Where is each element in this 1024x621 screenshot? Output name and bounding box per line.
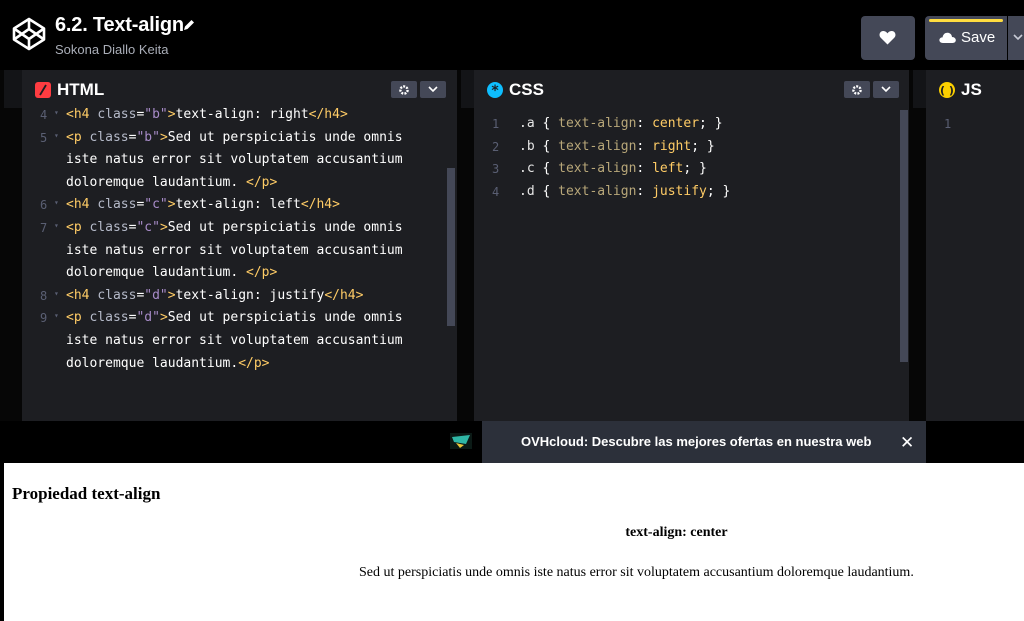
ad-text[interactable]: OVHcloud: Descubre las mejores ofertas e… [521,434,871,449]
code-line[interactable]: .a { text-align: center; } [519,116,723,131]
result-preview: Propiedad text-align text-align: center … [4,463,1024,621]
line-number: 7 [40,221,48,235]
css-editor[interactable]: * CSS 1 .a { text-align: center; } 2 .b { t… [474,70,909,421]
css-tab-label: CSS [509,80,544,99]
header: 6.2. Text-align Sokona Diallo Keita Save [0,0,1024,70]
chevron-down-icon [881,86,891,93]
author-name[interactable]: Sokona Diallo Keita [55,42,168,57]
line-number: 4 [40,108,48,122]
css-settings-button[interactable] [844,81,870,98]
css-scrollbar[interactable] [900,110,908,362]
line-number: 5 [40,130,48,145]
fold-arrow-icon[interactable]: ▾ [54,198,59,207]
line-number: 4 [492,184,500,199]
html-tab-label: HTML [57,80,105,99]
code-line[interactable]: <p class="c">Sed ut perspiciatis unde om… [66,220,403,235]
love-button[interactable] [861,16,915,60]
result-heading: Propiedad text-align [12,484,161,503]
code-line[interactable]: <p class="d">Sed ut perspiciatis unde om… [66,310,403,325]
code-line[interactable]: doloremque laudantium.</p> [66,356,270,371]
result-paragraph: Sed ut perspiciatis unde omnis iste natu… [359,565,914,580]
result-subheading: text-align: center [625,525,728,540]
gear-icon [399,85,409,95]
code-line[interactable]: .d { text-align: justify; } [519,184,730,199]
js-tab[interactable]: ( ) JS [926,70,990,108]
line-number: 3 [492,162,500,177]
fold-arrow-icon[interactable]: ▾ [54,311,59,320]
line-number: 6 [40,198,48,213]
code-line[interactable]: <h4 class="d">text-align: justify</h4> [66,288,363,303]
fold-arrow-icon[interactable]: ▾ [54,221,59,230]
resize-handle[interactable] [910,70,913,421]
resize-handle[interactable] [0,70,3,421]
pen-title[interactable]: 6.2. Text-align [55,14,194,37]
css-collapse-button[interactable] [873,81,899,98]
resize-handle[interactable] [458,70,461,421]
ad-banner[interactable]: OVHcloud: Descubre las mejores ofertas e… [482,421,926,463]
code-line[interactable]: iste natus error sit voluptatem accusant… [66,333,403,348]
code-line[interactable]: iste natus error sit voluptatem accusant… [66,243,403,258]
line-number: 1 [492,117,500,131]
css-tab[interactable]: * CSS [474,70,552,108]
codepen-logo-icon[interactable] [11,16,47,52]
html-icon [35,82,51,98]
save-button[interactable]: Save [925,16,1007,60]
ad-strip: OVHcloud: Descubre las mejores ofertas e… [0,421,1024,463]
gear-icon [852,85,862,95]
code-line[interactable]: <p class="b">Sed ut perspiciatis unde om… [66,130,403,145]
heart-icon [879,30,896,45]
pen-title-text[interactable]: 6.2. Text-align [55,14,184,36]
code-line[interactable]: doloremque laudantium. </p> [66,175,277,190]
js-icon: ( ) [939,82,955,98]
html-settings-button[interactable] [391,81,417,98]
chevron-down-icon [1013,34,1023,41]
fold-arrow-icon[interactable]: ▾ [54,289,59,298]
ad-logo-icon[interactable] [450,433,472,449]
js-tab-label: JS [961,80,982,99]
cloud-icon [939,32,956,43]
line-number: 2 [492,139,500,154]
save-accent-bar [929,19,1003,22]
save-options-button[interactable] [1008,16,1024,60]
js-code[interactable]: 1 [926,108,1024,421]
html-scrollbar[interactable] [447,168,455,326]
html-editor[interactable]: HTML 4 ▾ <h4 class="b">text-align: right</… [22,70,457,421]
svg-text:*: * [491,83,499,98]
pencil-icon[interactable] [182,18,196,32]
html-tab[interactable]: HTML [22,70,118,108]
close-icon[interactable]: ✕ [900,433,914,453]
line-number: 8 [40,288,48,303]
code-line[interactable]: .c { text-align: left; } [519,161,707,176]
html-collapse-button[interactable] [420,81,446,98]
editor-panels: HTML 4 ▾ <h4 class="b">text-align: right</… [0,70,1024,421]
code-line[interactable]: iste natus error sit voluptatem accusant… [66,152,403,167]
save-label: Save [961,29,996,46]
html-code[interactable]: 4 ▾ <h4 class="b">text-align: right</h4> 5 ▾… [22,107,457,421]
line-number: 9 [40,311,48,326]
css-code[interactable]: 1 .a { text-align: center; } 2 .b { text-al… [474,108,909,421]
svg-text:( ): ( ) [940,84,954,97]
chevron-down-icon [428,86,438,93]
fold-arrow-icon[interactable]: ▾ [54,108,59,117]
code-line[interactable]: <h4 class="c">text-align: left</h4> [66,197,340,212]
js-editor[interactable]: ( ) JS 1 [926,70,1024,421]
code-line[interactable]: doloremque laudantium. </p> [66,265,277,280]
line-number: 1 [944,117,952,131]
css-icon: * [487,82,503,99]
fold-arrow-icon[interactable]: ▾ [54,131,59,140]
code-line[interactable]: <h4 class="b">text-align: right</h4> [66,107,348,122]
code-line[interactable]: .b { text-align: right; } [519,139,715,154]
